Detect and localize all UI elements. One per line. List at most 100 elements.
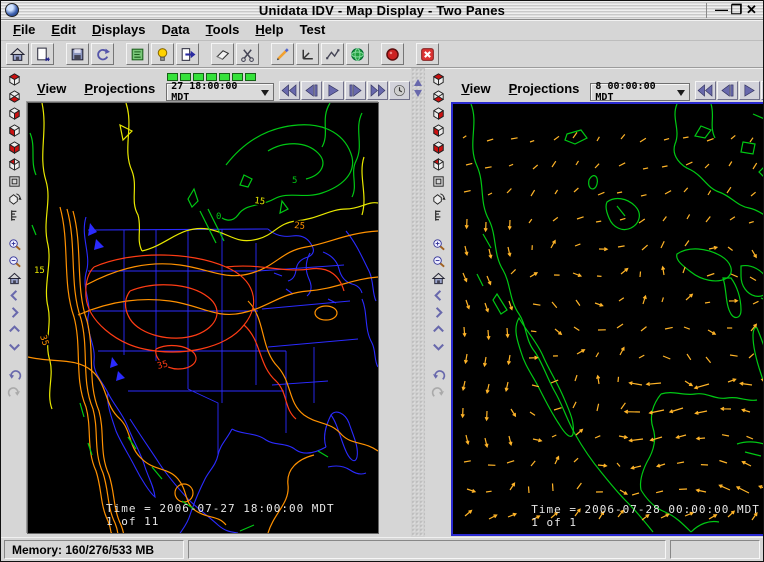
cut-button[interactable]	[236, 43, 259, 65]
redo-icon	[7, 385, 22, 400]
step-back-button[interactable]	[301, 81, 322, 100]
left-menu-view[interactable]: View	[28, 81, 75, 96]
pan-up-button[interactable]	[428, 321, 448, 338]
undo-icon	[431, 368, 446, 383]
cube-front-button[interactable]	[4, 139, 24, 156]
pan-up-button[interactable]	[4, 321, 24, 338]
cube-corner-button[interactable]	[4, 156, 24, 173]
new-document-button[interactable]	[31, 43, 54, 65]
save-button[interactable]	[66, 43, 89, 65]
record-button[interactable]	[381, 43, 404, 65]
time-progress-segment	[219, 73, 230, 81]
minimize-button[interactable]: —	[714, 3, 729, 17]
cube-top-button[interactable]	[4, 71, 24, 88]
right-map-pane: ViewProjections 8 00:00:00 MDT	[425, 68, 763, 537]
cube-bottom-button[interactable]	[4, 88, 24, 105]
menu-tools[interactable]: Tools	[198, 21, 248, 39]
rotate-cube-button[interactable]	[4, 190, 24, 207]
zoom-out-button[interactable]	[4, 253, 24, 270]
pan-down-button[interactable]	[4, 338, 24, 355]
ruler-button[interactable]	[428, 207, 448, 224]
zoom-in-button[interactable]	[4, 236, 24, 253]
contour-label: 0	[216, 212, 221, 222]
pane-divider[interactable]	[411, 68, 425, 537]
lightbulb-button[interactable]	[151, 43, 174, 65]
zoom-out-icon	[7, 254, 22, 269]
collapse-down-arrow-icon[interactable]	[414, 90, 422, 101]
play-button[interactable]	[323, 81, 344, 100]
pan-right-button[interactable]	[4, 304, 24, 321]
rotate-cube-button[interactable]	[428, 190, 448, 207]
home-button[interactable]	[428, 270, 448, 287]
right-menu-projections[interactable]: Projections	[500, 81, 589, 96]
ruler-icon	[431, 208, 446, 223]
cube-right-button[interactable]	[4, 105, 24, 122]
home-button[interactable]	[6, 43, 29, 65]
sidebar-tool-group	[4, 236, 24, 355]
pencil-button[interactable]	[271, 43, 294, 65]
left-menu-projections[interactable]: Projections	[75, 81, 164, 96]
close-button[interactable]: ✕	[744, 3, 759, 17]
step-forward-button[interactable]	[345, 81, 366, 100]
eraser-button[interactable]	[211, 43, 234, 65]
title-bar[interactable]: Unidata IDV - Map Display - Two Panes — …	[1, 1, 763, 20]
menu-help[interactable]: Help	[247, 21, 291, 39]
toolbar-group	[126, 43, 199, 65]
right-menu-view[interactable]: View	[452, 81, 499, 96]
maximize-button[interactable]: ❐	[729, 3, 744, 17]
left-map-readout: Time = 2006-07-27 18:00:00 MDT1 of 11	[106, 502, 335, 528]
menu-data[interactable]: Data	[153, 21, 197, 39]
rewind-button[interactable]	[279, 81, 300, 100]
pan-down-button[interactable]	[428, 338, 448, 355]
fast-forward-button[interactable]	[367, 81, 388, 100]
pan-left-button[interactable]	[4, 287, 24, 304]
globe-button[interactable]	[346, 43, 369, 65]
cube-left-icon	[7, 123, 22, 138]
cube-top-button[interactable]	[428, 71, 448, 88]
refresh-button[interactable]	[91, 43, 114, 65]
animation-properties-button[interactable]	[389, 81, 410, 100]
right-animation-controls	[695, 81, 763, 101]
left-pane-content: ViewProjections 27 18:00:00 MDT	[27, 68, 411, 537]
left-pane-toolbar	[1, 68, 27, 537]
box-button[interactable]	[428, 173, 448, 190]
data-chooser-button[interactable]	[126, 43, 149, 65]
polyline-button[interactable]	[321, 43, 344, 65]
axes-button[interactable]	[296, 43, 319, 65]
zoom-in-button[interactable]	[428, 236, 448, 253]
cube-front-button[interactable]	[428, 139, 448, 156]
cube-left-button[interactable]	[428, 122, 448, 139]
cube-corner-button[interactable]	[428, 156, 448, 173]
ruler-button[interactable]	[4, 207, 24, 224]
export-button[interactable]	[176, 43, 199, 65]
undo-button[interactable]	[428, 367, 448, 384]
left-time-selector[interactable]: 27 18:00:00 MDT	[166, 83, 274, 101]
pan-left-button[interactable]	[428, 287, 448, 304]
step-forward-button[interactable]	[761, 81, 763, 100]
remove-all-button[interactable]	[416, 43, 439, 65]
menu-displays[interactable]: Displays	[84, 21, 153, 39]
pan-right-button[interactable]	[428, 304, 448, 321]
box-button[interactable]	[4, 173, 24, 190]
menu-edit[interactable]: Edit	[43, 21, 84, 39]
fast-forward-icon	[369, 84, 386, 97]
cube-bottom-button[interactable]	[428, 88, 448, 105]
right-map-view[interactable]: Time = 2006-07-28 00:00:00 MDT1 of 1	[451, 102, 763, 536]
menu-file[interactable]: File	[5, 21, 43, 39]
rewind-button[interactable]	[695, 81, 716, 100]
zoom-out-button[interactable]	[428, 253, 448, 270]
right-time-selector[interactable]: 8 00:00:00 MDT	[590, 83, 690, 101]
undo-button[interactable]	[4, 367, 24, 384]
cube-right-button[interactable]	[428, 105, 448, 122]
redo-button[interactable]	[428, 384, 448, 401]
rotate-cube-icon	[7, 191, 22, 206]
cube-left-button[interactable]	[4, 122, 24, 139]
play-button[interactable]	[739, 81, 760, 100]
menu-test[interactable]: Test	[292, 21, 334, 39]
left-map-view[interactable]: 153515255035 Time = 2006-07-27 18:00:00 …	[27, 102, 379, 534]
collapse-up-arrow-icon[interactable]	[414, 75, 422, 86]
step-back-button[interactable]	[717, 81, 738, 100]
window-controls: — ❐ ✕	[706, 3, 759, 18]
redo-button[interactable]	[4, 384, 24, 401]
home-button[interactable]	[4, 270, 24, 287]
